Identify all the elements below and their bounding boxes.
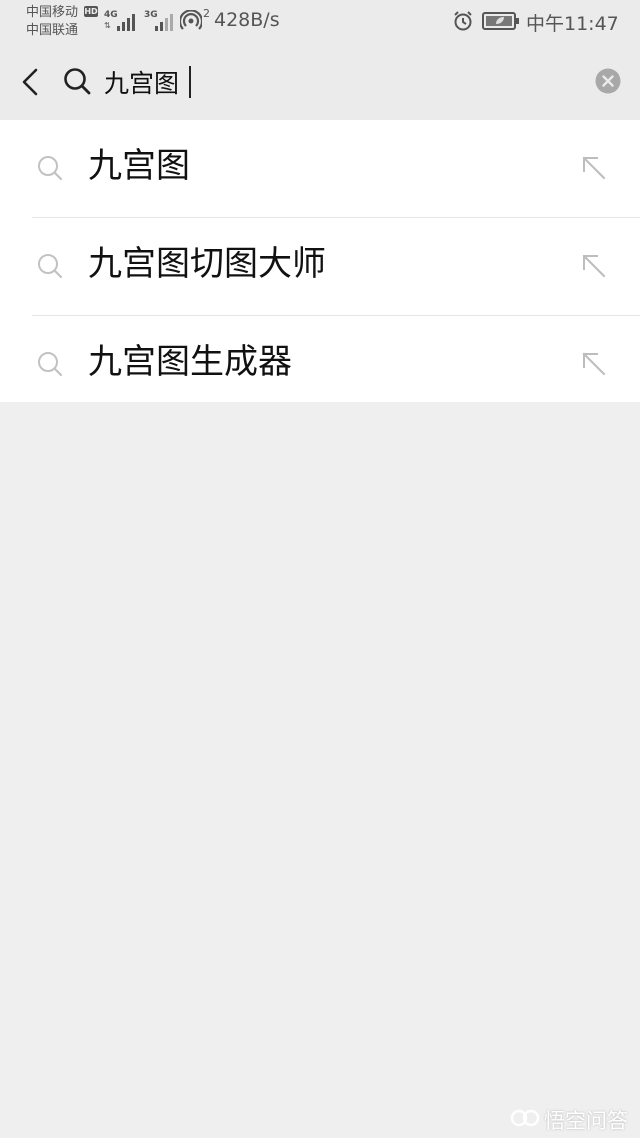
network-speed: 428B/s — [214, 9, 280, 31]
search-header — [0, 44, 640, 120]
fill-query-arrow-icon[interactable] — [580, 252, 608, 280]
hotspot-icon — [180, 10, 202, 30]
carrier-names: 中国移动 中国联通 — [26, 4, 78, 40]
suggestion-label: 九宫图生成器 — [88, 342, 292, 382]
clock: 中午11:47 — [526, 13, 619, 35]
wukong-logo-icon — [510, 1109, 540, 1127]
search-icon — [38, 156, 63, 181]
suggestion-label: 九宫图 — [88, 146, 190, 186]
signal-icon — [155, 14, 173, 31]
back-arrow-icon — [22, 68, 38, 96]
signal-icon — [117, 14, 135, 31]
status-bar: 中国移动 中国联通 HD 4G ⇅ 3G 2 428B/s 中午11:47 — [0, 0, 640, 44]
back-button[interactable] — [14, 64, 50, 100]
text-cursor — [189, 66, 191, 98]
search-icon — [64, 68, 91, 95]
suggestion-item[interactable]: 九宫图生成器 — [0, 316, 640, 412]
alarm-icon — [454, 11, 472, 31]
suggestion-label: 九宫图切图大师 — [88, 244, 326, 284]
hotspot-count: 2 — [203, 7, 210, 20]
suggestion-item[interactable]: 九宫图切图大师 — [0, 218, 640, 314]
data-arrows-icon: ⇅ — [104, 21, 111, 30]
fill-query-arrow-icon[interactable] — [580, 350, 608, 378]
carrier-2: 中国联通 — [26, 23, 79, 38]
carrier-1: 中国移动 — [26, 5, 79, 20]
clear-icon[interactable] — [595, 68, 621, 94]
search-icon — [38, 352, 63, 377]
suggestion-list: 九宫图 九宫图切图大师 九宫图生成器 — [0, 120, 640, 402]
watermark-text: 悟空问答 — [544, 1109, 628, 1133]
fill-query-arrow-icon[interactable] — [580, 154, 608, 182]
search-input[interactable] — [104, 62, 574, 102]
hd-badge: HD — [84, 6, 98, 17]
search-icon — [38, 254, 63, 279]
battery-icon — [482, 12, 519, 30]
suggestion-item[interactable]: 九宫图 — [0, 120, 640, 216]
